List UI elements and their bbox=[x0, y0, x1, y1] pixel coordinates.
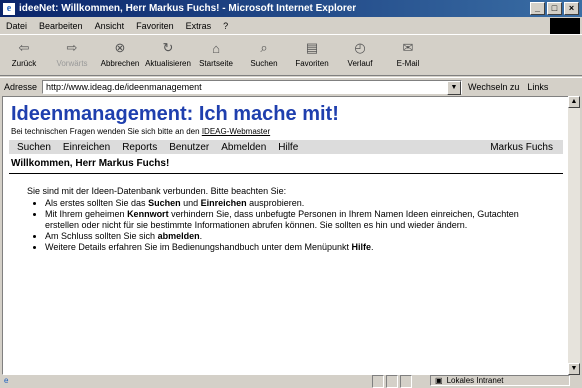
nav-suchen[interactable]: Suchen bbox=[17, 142, 51, 153]
app-nav: Suchen Einreichen Reports Benutzer Abmel… bbox=[9, 140, 563, 154]
intro-text: Sie sind mit der Ideen-Datenbank verbund… bbox=[27, 186, 287, 196]
search-button[interactable]: ⌕ Suchen bbox=[240, 35, 288, 73]
ie-logo-icon: e bbox=[3, 2, 15, 15]
home-button[interactable]: ⌂ Startseite bbox=[192, 35, 240, 73]
address-label: Adresse bbox=[4, 82, 38, 92]
refresh-button[interactable]: ↻ Aktualisieren bbox=[144, 35, 192, 73]
menu-bar: Datei Bearbeiten Ansicht Favoriten Extra… bbox=[0, 18, 582, 35]
chevron-down-icon[interactable]: ▼ bbox=[447, 81, 461, 95]
menu-favoriten[interactable]: Favoriten bbox=[136, 21, 174, 31]
list-item: Als erstes sollten Sie das Suchen und Ei… bbox=[45, 198, 545, 209]
windows-logo-icon bbox=[550, 18, 580, 34]
vertical-scrollbar[interactable]: ▲ ▼ bbox=[568, 96, 580, 375]
history-button[interactable]: ◴ Verlauf bbox=[336, 35, 384, 73]
menu-bearbeiten[interactable]: Bearbeiten bbox=[39, 21, 83, 31]
address-bar: Adresse http://www.ideag.de/ideenmanagem… bbox=[0, 77, 582, 96]
go-button[interactable]: Wechseln zu bbox=[468, 82, 519, 92]
links-button[interactable]: Links bbox=[527, 82, 548, 92]
page-content: Ideenmanagement: Ich mache mit! Bei tech… bbox=[2, 96, 570, 375]
menu-ansicht[interactable]: Ansicht bbox=[95, 21, 125, 31]
forward-button[interactable]: ⇨ Vorwärts bbox=[48, 35, 96, 73]
favorites-icon: ▤ bbox=[305, 40, 319, 55]
intranet-icon: ▣ bbox=[435, 376, 443, 385]
menu-extras[interactable]: Extras bbox=[186, 21, 212, 31]
welcome-message: Willkommen, Herr Markus Fuchs! bbox=[11, 158, 170, 169]
home-icon: ⌂ bbox=[212, 40, 220, 56]
address-input[interactable]: http://www.ideag.de/ideenmanagement ▼ bbox=[42, 80, 462, 95]
nav-reports[interactable]: Reports bbox=[122, 142, 157, 153]
list-item: Am Schluss sollten Sie sich abmelden. bbox=[45, 231, 545, 242]
support-note: Bei technischen Fragen wenden Sie sich b… bbox=[11, 127, 271, 136]
nav-abmelden[interactable]: Abmelden bbox=[221, 142, 266, 153]
zone-indicator: ▣ Lokales Intranet bbox=[430, 375, 570, 386]
scroll-up-icon[interactable]: ▲ bbox=[568, 96, 580, 108]
divider bbox=[9, 173, 563, 174]
address-url: http://www.ideag.de/ideenmanagement bbox=[46, 82, 202, 92]
tips-list: Als erstes sollten Sie das Suchen und Ei… bbox=[3, 198, 545, 253]
window-title: ideeNet: Willkommen, Herr Markus Fuchs! … bbox=[19, 3, 357, 14]
page-done-icon: e bbox=[4, 376, 9, 385]
menu-help[interactable]: ? bbox=[223, 21, 228, 31]
minimize-button[interactable]: _ bbox=[530, 2, 545, 15]
stop-button[interactable]: ⊗ Abbrechen bbox=[96, 35, 144, 73]
status-cell bbox=[400, 375, 412, 388]
title-bar: e ideeNet: Willkommen, Herr Markus Fuchs… bbox=[0, 0, 582, 17]
page-title: Ideenmanagement: Ich mache mit! bbox=[11, 103, 339, 125]
nav-benutzer[interactable]: Benutzer bbox=[169, 142, 209, 153]
history-icon: ◴ bbox=[354, 40, 366, 55]
mail-button[interactable]: ✉ E-Mail bbox=[384, 35, 432, 73]
forward-arrow-icon: ⇨ bbox=[66, 40, 78, 55]
close-button[interactable]: × bbox=[564, 2, 579, 15]
toolbar: ⇦ Zurück ⇨ Vorwärts ⊗ Abbrechen ↻ Aktualisie… bbox=[0, 35, 582, 76]
refresh-icon: ↻ bbox=[162, 40, 174, 55]
status-cell bbox=[372, 375, 384, 388]
back-button[interactable]: ⇦ Zurück bbox=[0, 35, 48, 73]
back-arrow-icon: ⇦ bbox=[18, 40, 30, 55]
list-item: Weitere Details erfahren Sie im Bedienun… bbox=[45, 242, 545, 253]
status-bar: e ▣ Lokales Intranet bbox=[0, 374, 582, 388]
search-icon: ⌕ bbox=[260, 40, 268, 55]
stop-icon: ⊗ bbox=[114, 40, 126, 55]
list-item: Mit Ihrem geheimen Kennwort verhindern S… bbox=[45, 209, 545, 231]
mail-icon: ✉ bbox=[402, 40, 414, 55]
menu-datei[interactable]: Datei bbox=[6, 21, 27, 31]
favorites-button[interactable]: ▤ Favoriten bbox=[288, 35, 336, 73]
nav-hilfe[interactable]: Hilfe bbox=[278, 142, 298, 153]
nav-einreichen[interactable]: Einreichen bbox=[63, 142, 110, 153]
status-cell bbox=[386, 375, 398, 388]
user-name: Markus Fuchs bbox=[490, 141, 553, 153]
maximize-button[interactable]: □ bbox=[547, 2, 562, 15]
webmaster-link[interactable]: IDEAG-Webmaster bbox=[202, 127, 270, 136]
